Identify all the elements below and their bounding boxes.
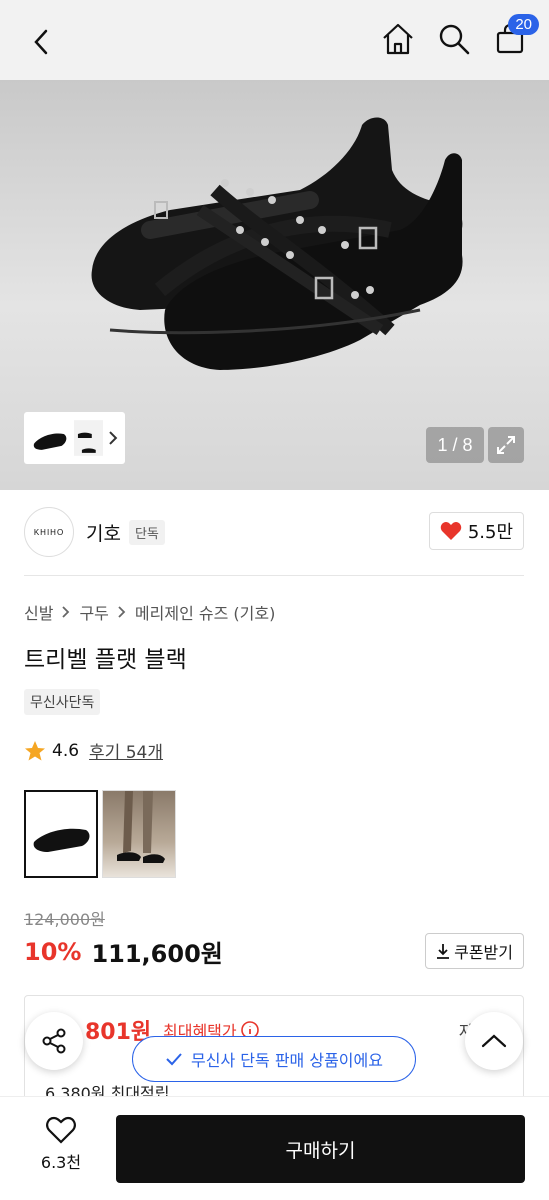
bottom-bar: 6.3천 구매하기 <box>0 1096 549 1200</box>
like-count: 5.5만 <box>467 522 513 543</box>
star-icon <box>25 740 45 760</box>
search-icon <box>439 24 470 55</box>
image-page-indicator: 1 / 8 <box>426 427 484 463</box>
worn-shoe-thumbnail <box>117 791 165 863</box>
toast-text: 무신사 단독 판매 상품이에요 <box>191 1051 383 1070</box>
original-price: 124,000원 <box>24 910 105 929</box>
scroll-top-button[interactable] <box>465 1012 523 1070</box>
discount-rate: 10% <box>24 937 82 966</box>
search-button[interactable] <box>433 18 475 60</box>
rating-score: 4.6 <box>52 740 80 761</box>
check-icon <box>166 1053 182 1066</box>
product-image[interactable]: 1 / 8 <box>0 80 549 490</box>
like-button[interactable]: 5.5만 <box>428 512 524 550</box>
top-bar: 20 <box>0 0 549 80</box>
gallery-item[interactable] <box>102 790 176 878</box>
chevron-up-icon <box>481 1034 507 1048</box>
shoe-thumbnail <box>73 420 104 456</box>
wishlist-button[interactable]: 6.3천 <box>26 1115 96 1185</box>
review-link[interactable]: 후기 54개 <box>89 738 163 763</box>
chevron-right-icon <box>118 606 126 618</box>
cart-button[interactable]: 20 <box>489 14 539 60</box>
heart-outline-icon <box>46 1116 76 1144</box>
share-button[interactable] <box>25 1012 83 1070</box>
breadcrumb: 신발 구두 메리제인 슈즈 (기호) <box>24 600 275 624</box>
chevron-left-icon <box>34 29 48 55</box>
expand-button[interactable] <box>488 427 524 463</box>
chevron-right-icon <box>109 431 118 445</box>
home-button[interactable] <box>377 18 419 60</box>
rating-row: 4.6 후기 54개 <box>24 738 163 763</box>
coupon-label: 쿠폰받기 <box>454 943 513 962</box>
brand-exclusive-tag: 단독 <box>128 519 165 545</box>
gallery-item[interactable] <box>24 790 98 878</box>
exclusive-toast: 무신사 단독 판매 상품이에요 <box>132 1036 416 1082</box>
expand-icon <box>497 436 515 454</box>
chevron-right-icon <box>62 606 70 618</box>
brand-row: KHIHO 기호 단독 5.5만 <box>24 506 524 558</box>
coupon-button[interactable]: 쿠폰받기 <box>425 933 524 969</box>
heart-icon <box>440 522 462 540</box>
back-button[interactable] <box>22 22 62 62</box>
download-icon <box>437 944 450 959</box>
image-thumbnail-strip[interactable] <box>24 412 125 464</box>
price-row: 10% 111,600원 <box>24 934 223 969</box>
breadcrumb-item[interactable]: 신발 <box>24 600 53 624</box>
shoe-thumbnail <box>33 828 90 852</box>
breadcrumb-item[interactable]: 메리제인 슈즈 (기호) <box>135 600 275 624</box>
color-gallery <box>24 790 176 878</box>
brand-name[interactable]: 기호 <box>86 519 121 546</box>
home-icon <box>383 23 413 55</box>
divider <box>24 575 524 576</box>
buy-button[interactable]: 구매하기 <box>116 1115 525 1183</box>
shoe-thumbnail <box>33 433 67 450</box>
share-icon <box>42 1028 66 1054</box>
product-title: 트리벨 플랫 블랙 <box>24 647 187 673</box>
cart-count-badge: 20 <box>508 14 539 35</box>
sale-price: 111,600원 <box>91 940 223 968</box>
breadcrumb-item[interactable]: 구두 <box>79 600 108 624</box>
wish-count: 6.3천 <box>40 1153 82 1172</box>
brand-logo[interactable]: KHIHO <box>24 507 74 557</box>
exclusive-tag: 무신사단독 <box>24 689 101 715</box>
